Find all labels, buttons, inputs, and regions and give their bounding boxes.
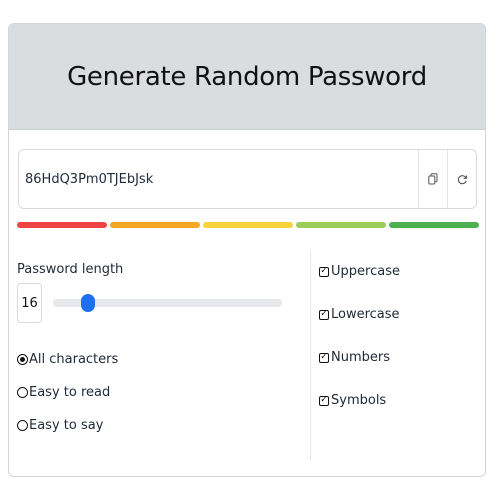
character-mode-group: All characters Easy to read Easy to say	[17, 343, 307, 442]
password-generator-card: Generate Random Password 86HdQ3Pm0TJEbJs…	[8, 23, 486, 477]
checkbox-lowercase[interactable]: ✓ Lowercase	[319, 293, 479, 336]
password-length-row: 16	[17, 283, 307, 323]
strength-meter	[17, 222, 479, 228]
strength-segment	[296, 222, 386, 228]
radio-label: Easy to say	[29, 418, 104, 433]
length-and-mode-options: Password length 16 All characters Easy t…	[17, 250, 307, 442]
character-set-options: ✓ Uppercase ✓ Lowercase ✓ Numbers ✓ Symb…	[319, 250, 479, 422]
checkbox-label: Numbers	[331, 350, 390, 365]
password-value[interactable]: 86HdQ3Pm0TJEbJsk	[19, 150, 418, 208]
options-divider	[310, 250, 311, 460]
checkbox-uppercase[interactable]: ✓ Uppercase	[319, 250, 479, 293]
refresh-icon	[457, 170, 468, 189]
checkbox-label: Lowercase	[331, 307, 400, 322]
password-length-label: Password length	[17, 262, 124, 277]
slider-thumb[interactable]	[80, 294, 95, 312]
radio-label: All characters	[29, 352, 119, 367]
radio-button[interactable]	[17, 387, 28, 398]
radio-button[interactable]	[17, 420, 28, 431]
radio-easy-to-say[interactable]: Easy to say	[17, 409, 307, 442]
checkbox-label: Uppercase	[331, 264, 400, 279]
password-length-slider[interactable]	[53, 294, 282, 312]
password-output: 86HdQ3Pm0TJEbJsk	[18, 149, 477, 209]
checkbox-label: Symbols	[331, 393, 387, 408]
checkbox-numbers[interactable]: ✓ Numbers	[319, 336, 479, 379]
radio-label: Easy to read	[29, 385, 111, 400]
password-length-input[interactable]: 16	[17, 283, 42, 323]
radio-all-characters[interactable]: All characters	[17, 343, 307, 376]
strength-segment	[389, 222, 479, 228]
checkbox[interactable]: ✓	[319, 309, 329, 320]
checkbox[interactable]: ✓	[319, 352, 329, 363]
radio-easy-to-read[interactable]: Easy to read	[17, 376, 307, 409]
checkbox[interactable]: ✓	[319, 395, 329, 406]
strength-segment	[110, 222, 200, 228]
checkbox[interactable]: ✓	[319, 266, 329, 277]
checkbox-symbols[interactable]: ✓ Symbols	[319, 379, 479, 422]
copy-icon	[428, 170, 438, 189]
radio-button[interactable]	[17, 354, 28, 365]
strength-segment	[203, 222, 293, 228]
card-header: Generate Random Password	[9, 24, 485, 130]
strength-segment	[17, 222, 107, 228]
regenerate-button[interactable]	[447, 150, 476, 208]
copy-button[interactable]	[418, 150, 447, 208]
page-title: Generate Random Password	[67, 61, 427, 92]
